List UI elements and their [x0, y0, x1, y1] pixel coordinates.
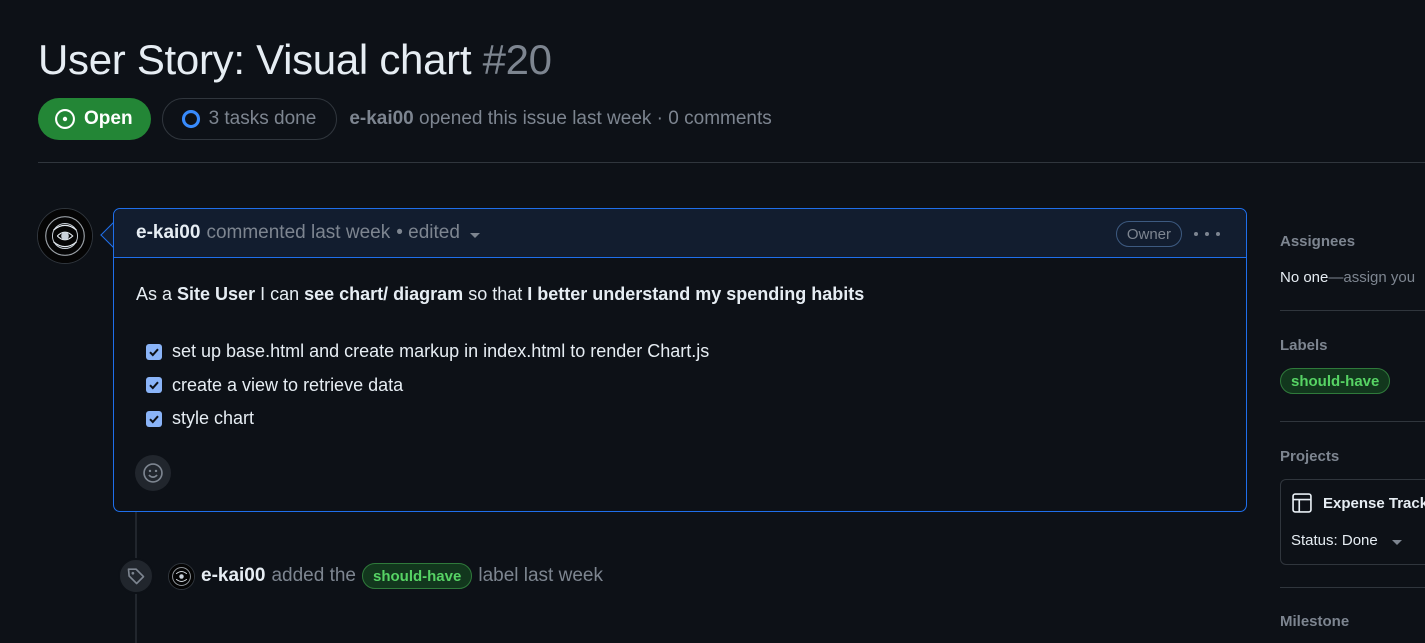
smiley-icon — [143, 463, 163, 483]
task-label: set up base.html and create markup in in… — [172, 341, 710, 362]
story-role: Site User — [177, 284, 256, 304]
comment-timestamp[interactable]: commented last week — [206, 222, 390, 244]
checkmark-icon — [149, 415, 159, 424]
issue-comment: e-kai00 commented last week • edited Own… — [113, 208, 1247, 512]
issue-opened-meta: e-kai00 opened this issue last week · 0 … — [349, 108, 771, 130]
avatar[interactable] — [168, 562, 195, 590]
task-list-item: create a view to retrieve data — [146, 369, 1224, 403]
comment-edited-dropdown[interactable]: • edited — [396, 222, 460, 244]
avatar[interactable] — [37, 208, 93, 264]
comment-body: As a Site User I can see chart/ diagram … — [114, 258, 1246, 436]
event-text-post[interactable]: label last week — [478, 565, 603, 587]
issue-opened-text: opened this issue last week · 0 comments — [419, 108, 772, 129]
task-checkbox[interactable] — [146, 410, 162, 427]
issue-author-link[interactable]: e-kai00 — [349, 108, 413, 129]
task-list-item: set up base.html and create markup in in… — [146, 335, 1224, 369]
story-benefit: I better understand my spending habits — [527, 284, 865, 304]
issue-open-icon — [55, 109, 75, 129]
event-author-link[interactable]: e-kai00 — [201, 565, 265, 587]
issue-sidebar: Assignees No one—assign you Labels shoul… — [1280, 0, 1425, 643]
issue-title-text: User Story: Visual chart — [38, 36, 472, 83]
issue-number: #20 — [482, 36, 552, 83]
label-should-have[interactable]: should-have — [1280, 368, 1391, 394]
issue-state-badge: Open — [38, 98, 151, 140]
chevron-down-icon — [1391, 540, 1402, 545]
task-list: set up base.html and create markup in in… — [136, 335, 1224, 436]
chevron-down-icon[interactable] — [469, 232, 480, 238]
issue-meta-row: Open 3 tasks done e-kai00 opened this is… — [38, 98, 772, 140]
owner-badge: Owner — [1115, 221, 1182, 247]
labels-heading[interactable]: Labels — [1280, 337, 1328, 354]
comment-options-kebab-icon[interactable] — [1194, 223, 1220, 245]
timeline-event: e-kai00 added the should-have label last… — [168, 562, 603, 590]
event-text-pre: added the — [271, 565, 356, 586]
issue-title: User Story: Visual chart #20 — [38, 36, 552, 84]
avatar-image — [169, 563, 194, 589]
avatar-image — [38, 209, 92, 263]
project-title[interactable]: Expense Track — [1291, 492, 1425, 514]
task-checkbox[interactable] — [146, 343, 162, 360]
comment-header: e-kai00 commented last week • edited Own… — [114, 209, 1246, 258]
sidebar-divider — [1280, 421, 1425, 422]
project-status-dropdown[interactable]: Status: Done — [1291, 532, 1402, 549]
story-feature: see chart/ diagram — [304, 284, 464, 304]
story-text-3: so that — [463, 284, 528, 304]
timeline-label-event — [118, 558, 154, 594]
tasks-progress-badge[interactable]: 3 tasks done — [161, 98, 338, 140]
assign-yourself-link[interactable]: —assign you — [1328, 269, 1415, 286]
issue-page: User Story: Visual chart #20 Open 3 task… — [0, 0, 1425, 643]
progress-ring-icon — [181, 109, 200, 129]
comment-author-link[interactable]: e-kai00 — [136, 222, 200, 244]
task-list-item: style chart — [146, 402, 1224, 436]
milestone-heading[interactable]: Milestone — [1280, 613, 1349, 630]
story-text-2: I can — [255, 284, 305, 304]
assignees-value: No one—assign you — [1280, 269, 1415, 286]
user-story-text: As a Site User I can see chart/ diagram … — [136, 282, 1224, 306]
project-status-label: Status: Done — [1291, 532, 1378, 549]
project-table-icon — [1292, 493, 1312, 513]
issue-state-label: Open — [84, 108, 133, 129]
checkmark-icon — [149, 381, 159, 390]
assignees-none: No one — [1280, 269, 1329, 286]
task-label: create a view to retrieve data — [172, 374, 404, 395]
sidebar-divider — [1280, 310, 1425, 311]
task-label: style chart — [172, 408, 255, 429]
tasks-progress-label: 3 tasks done — [208, 108, 317, 129]
label-should-have[interactable]: should-have — [361, 563, 473, 589]
assignees-heading[interactable]: Assignees — [1280, 233, 1355, 250]
projects-heading[interactable]: Projects — [1280, 448, 1339, 465]
story-text-1: As a — [136, 284, 178, 304]
project-card: Expense Track Status: Done — [1280, 479, 1425, 565]
project-name: Expense Track — [1323, 494, 1425, 512]
header-divider — [38, 162, 1425, 163]
add-reaction-button[interactable] — [135, 455, 171, 491]
sidebar-divider — [1280, 587, 1425, 588]
checkmark-icon — [149, 348, 159, 357]
tag-icon — [127, 568, 145, 585]
task-checkbox[interactable] — [146, 377, 162, 394]
